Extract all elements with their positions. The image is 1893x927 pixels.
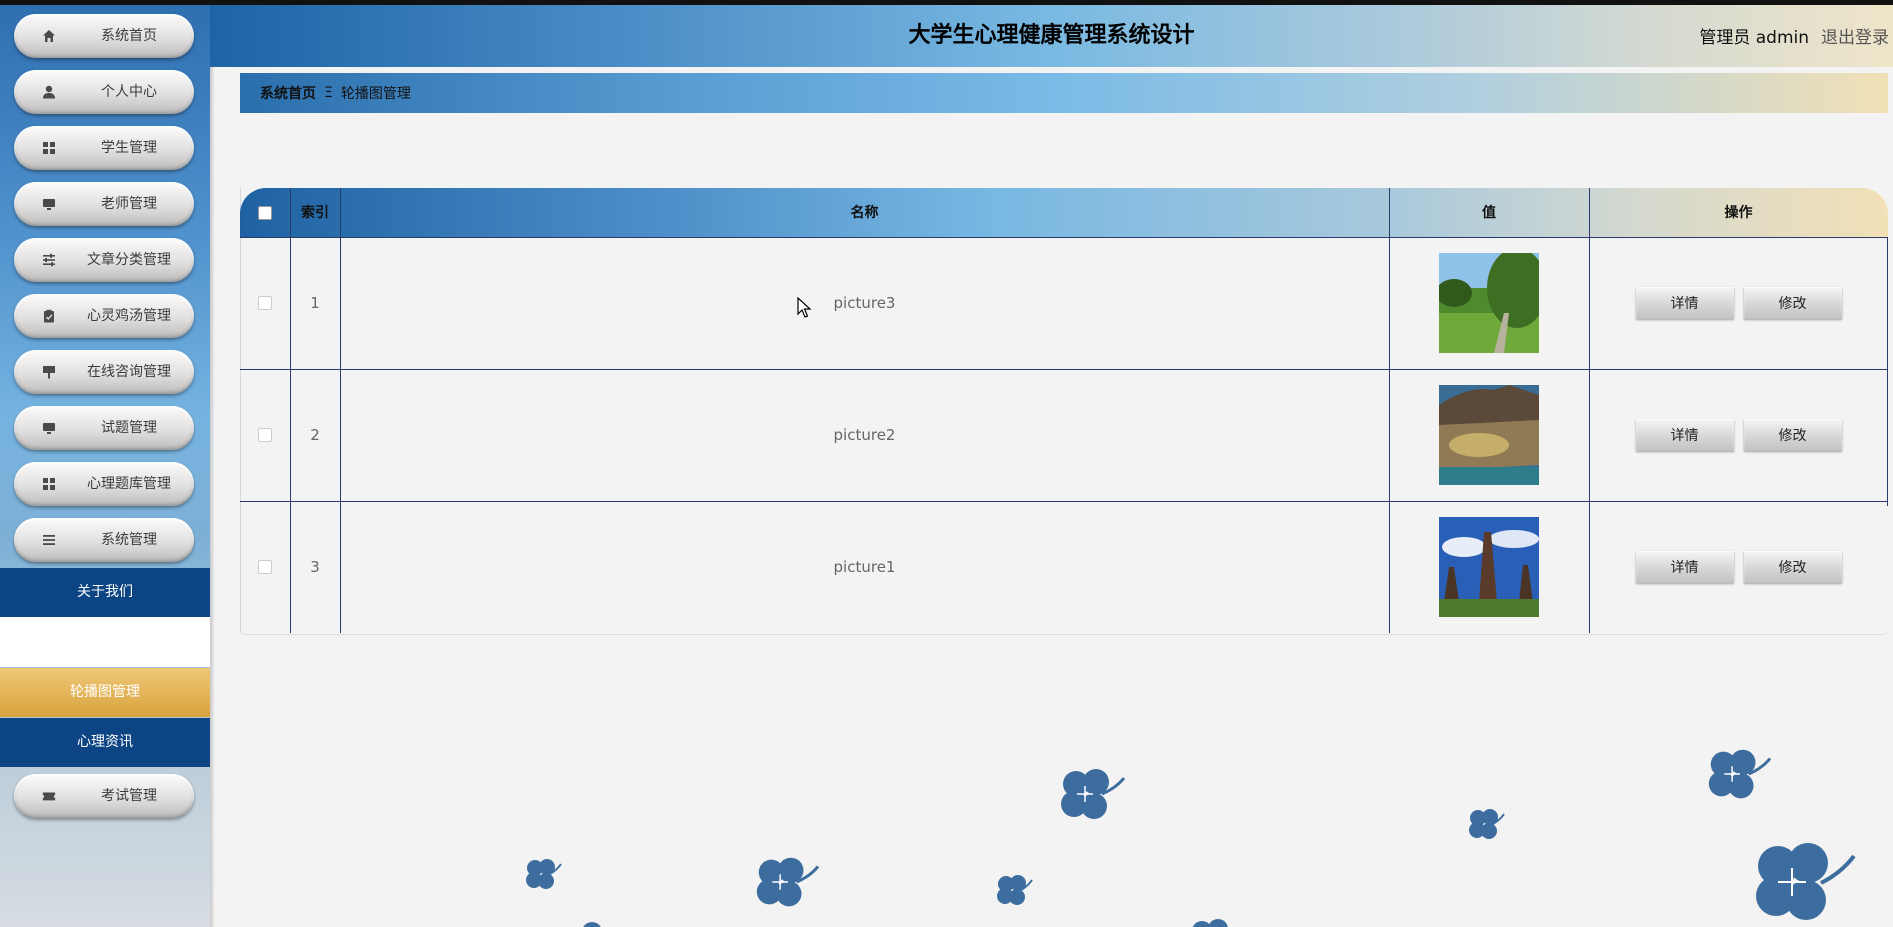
row-select-cell: [240, 237, 290, 369]
edit-button[interactable]: 修改: [1743, 287, 1842, 319]
sidebar-item-label: 个人中心: [101, 84, 157, 100]
monitor-icon: [42, 421, 56, 435]
table-bottom-edge: [240, 631, 1888, 635]
sidebar-item-label: 心理题库管理: [87, 476, 171, 492]
row-index: 2: [310, 426, 320, 444]
sidebar-item-label: 试题管理: [101, 420, 157, 436]
clover-decoration-icon: [1469, 809, 1505, 839]
row-select-cell: [240, 501, 290, 633]
home-icon: [42, 29, 56, 43]
carousel-thumbnail: [1439, 253, 1539, 353]
ticket-icon: [42, 789, 56, 803]
sidebar-item-article-categories[interactable]: 文章分类管理: [14, 238, 194, 282]
sign-icon: [42, 365, 56, 379]
list-icon: [42, 533, 56, 547]
clover-decoration-icon: [756, 857, 820, 907]
sidebar-item-soul-soup[interactable]: 心灵鸡汤管理: [14, 294, 194, 338]
table-row: 1 picture3 详情 修改: [240, 237, 1888, 369]
row-value-cell: [1389, 369, 1589, 501]
row-value-cell: [1389, 237, 1589, 369]
breadcrumb-home[interactable]: 系统首页: [260, 83, 316, 103]
sidebar-item-system[interactable]: 系统管理: [14, 518, 194, 562]
row-actions: 详情 修改: [1589, 369, 1888, 501]
detail-button[interactable]: 详情: [1635, 287, 1734, 319]
row-actions: 详情 修改: [1589, 501, 1888, 633]
clover-decoration-icon: [583, 922, 601, 927]
sidebar-item-label: 在线咨询管理: [87, 364, 171, 380]
row-name: picture3: [833, 294, 896, 312]
clover-decoration-icon: [1708, 749, 1772, 799]
clover-decoration-icon: [1756, 843, 1856, 920]
sidebar-shadow: [210, 5, 215, 927]
user-info: 管理员 admin: [1699, 28, 1809, 48]
grid-icon: [42, 477, 56, 491]
select-all-cell: [240, 188, 290, 238]
clover-decoration-icon: [997, 875, 1033, 905]
sidebar-item-questions[interactable]: 试题管理: [14, 406, 194, 450]
detail-button[interactable]: 详情: [1635, 551, 1734, 583]
monitor-icon: [42, 197, 56, 211]
user-icon: [42, 85, 56, 99]
select-all-checkbox[interactable]: [258, 206, 272, 220]
row-checkbox[interactable]: [258, 296, 272, 310]
sidebar-item-students[interactable]: 学生管理: [14, 126, 194, 170]
clipboard-icon: [42, 309, 56, 323]
table-row: 2 picture2 详情 修改: [240, 369, 1888, 501]
clover-decoration-icon: [1192, 919, 1228, 927]
table-header: 索引 名称 值 操作: [240, 188, 1888, 238]
header-name: 名称: [850, 205, 879, 221]
header: 大学生心理健康管理系统设计 管理员 admin 退出登录: [210, 5, 1893, 67]
clover-decoration-icon: [1061, 769, 1126, 819]
edit-button[interactable]: 修改: [1743, 551, 1842, 583]
row-index: 3: [310, 558, 320, 576]
carousel-table: 索引 名称 值 操作 1 picture3 详情 修改 2 picture2 详…: [240, 188, 1888, 635]
breadcrumb-separator: Ξ: [324, 85, 333, 101]
grid-icon: [42, 141, 56, 155]
row-select-cell: [240, 369, 290, 501]
breadcrumb: 系统首页 Ξ 轮播图管理: [240, 73, 1888, 113]
row-index: 1: [310, 294, 320, 312]
sidebar-item-exams[interactable]: 考试管理: [14, 774, 194, 818]
header-actions: 操作: [1724, 205, 1753, 221]
sliders-icon: [42, 253, 56, 267]
sidebar-item-question-bank[interactable]: 心理题库管理: [14, 462, 194, 506]
page-title: 大学生心理健康管理系统设计: [908, 23, 1195, 48]
sidebar-item-label: 考试管理: [101, 788, 157, 804]
sidebar-item-label: 文章分类管理: [87, 252, 171, 268]
row-name: picture2: [833, 426, 896, 444]
sidebar-spacer: [0, 617, 210, 667]
header-value: 值: [1482, 205, 1496, 221]
header-index: 索引: [301, 205, 329, 221]
sidebar-item-online-consult[interactable]: 在线咨询管理: [14, 350, 194, 394]
sidebar-item-label: 系统首页: [101, 28, 157, 44]
row-checkbox[interactable]: [258, 560, 272, 574]
sidebar-item-teachers[interactable]: 老师管理: [14, 182, 194, 226]
table-row: 3 picture1 详情 修改: [240, 501, 1888, 633]
logout-link[interactable]: 退出登录: [1821, 5, 1889, 67]
sidebar-item-news[interactable]: 心理资讯: [0, 718, 210, 767]
sidebar-item-carousel[interactable]: 轮播图管理: [0, 668, 210, 717]
breadcrumb-current: 轮播图管理: [340, 86, 411, 102]
mouse-cursor-icon: [797, 297, 812, 318]
sidebar-item-label: 老师管理: [101, 196, 157, 212]
carousel-thumbnail: [1439, 385, 1539, 485]
detail-button[interactable]: 详情: [1635, 419, 1734, 451]
row-actions: 详情 修改: [1589, 237, 1888, 369]
row-checkbox[interactable]: [258, 428, 272, 442]
sidebar-item-label: 学生管理: [101, 140, 157, 156]
clover-decoration-icon: [526, 859, 562, 889]
sidebar-item-label: 心灵鸡汤管理: [87, 308, 171, 324]
carousel-thumbnail: [1439, 517, 1539, 617]
edit-button[interactable]: 修改: [1743, 419, 1842, 451]
row-value-cell: [1389, 501, 1589, 633]
row-name: picture1: [833, 558, 896, 576]
sidebar-item-about[interactable]: 关于我们: [0, 568, 210, 617]
sidebar-item-profile[interactable]: 个人中心: [14, 70, 194, 114]
sidebar-item-label: 系统管理: [101, 532, 157, 548]
sidebar-item-home[interactable]: 系统首页: [14, 14, 194, 58]
